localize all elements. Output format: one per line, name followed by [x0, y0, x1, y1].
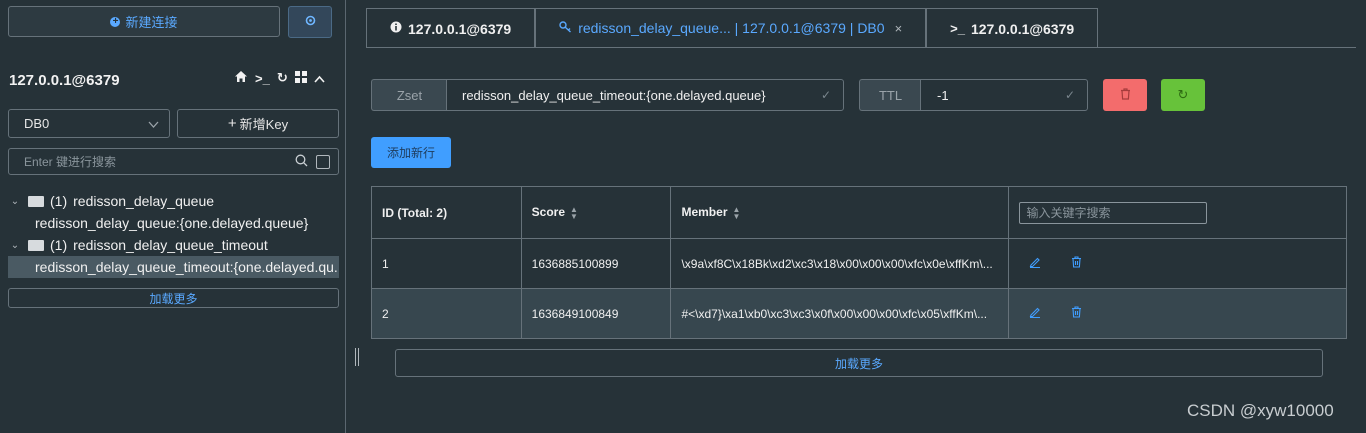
tree-key-item[interactable]: redisson_delay_queue:{one.delayed.queue}: [8, 212, 339, 234]
chevron-down-icon[interactable]: ⌄: [8, 196, 22, 207]
chevron-down-icon[interactable]: ⌄: [8, 240, 22, 251]
table-header-row: ID (Total: 2) Score ▲ ▼ Member ▲ ▼ 输入关键字搜索: [371, 186, 1347, 239]
grid-icon[interactable]: [294, 70, 307, 86]
ttl-value: -1: [937, 87, 949, 103]
tabs-underline: [366, 47, 1356, 48]
trash-icon[interactable]: [1071, 306, 1082, 321]
db-select-value: DB0: [24, 116, 50, 131]
new-connection-label: 新建连接: [125, 15, 178, 30]
cell-member: \x9a\xf8C\x18Bk\xd2\xc3\x18\x00\x00\x00\…: [670, 238, 1010, 289]
folder-open-icon: [28, 239, 44, 251]
key-type-tag: Zset: [371, 79, 447, 111]
sidebar-load-more-button[interactable]: 加载更多: [8, 288, 339, 308]
trash-icon[interactable]: [1071, 256, 1082, 271]
tab-label: redisson_delay_queue... | 127.0.0.1@6379…: [578, 20, 885, 36]
cell-score: 1636885100899: [520, 238, 672, 289]
search-icon[interactable]: [295, 154, 308, 170]
home-icon[interactable]: [234, 70, 248, 86]
member-value: \x9a\xf8C\x18Bk\xd2\xc3\x18\x00\x00\x00\…: [681, 256, 993, 271]
check-icon[interactable]: ✓: [1065, 88, 1075, 102]
key-name-value: redisson_delay_queue_timeout:{one.delaye…: [462, 87, 766, 103]
sidebar: + 新建连接 127.0.0.1@6379 >_ ↻ DB0 + 新增Key E…: [0, 0, 345, 433]
cell-operations: [1008, 238, 1347, 289]
close-icon[interactable]: ×: [895, 21, 903, 36]
chevron-up-icon[interactable]: [314, 71, 325, 86]
resize-handle[interactable]: [355, 348, 359, 366]
edit-icon[interactable]: [1029, 306, 1041, 321]
new-connection-button[interactable]: + 新建连接: [8, 6, 280, 37]
column-header-filter: 输入关键字搜索: [1008, 186, 1347, 239]
zset-table: ID (Total: 2) Score ▲ ▼ Member ▲ ▼ 输入关键字搜索 1…: [371, 186, 1347, 339]
tab-connection-info[interactable]: 127.0.0.1@6379: [366, 8, 536, 48]
tab-label: 127.0.0.1@6379: [408, 20, 512, 37]
settings-button[interactable]: [288, 6, 332, 38]
watermark: CSDN @xyw10000: [1187, 401, 1334, 420]
connection-name: 127.0.0.1@6379: [9, 72, 120, 89]
add-key-label: 新增Key: [239, 117, 289, 132]
tree-folder[interactable]: ⌄ (1) redisson_delay_queue: [8, 190, 339, 212]
folder-name: redisson_delay_queue_timeout: [73, 237, 268, 253]
refresh-icon: ↻: [1177, 87, 1189, 102]
table-filter-placeholder: 输入关键字搜索: [1026, 206, 1111, 220]
sort-icon[interactable]: ▲ ▼: [732, 205, 740, 220]
tree-key-item-selected[interactable]: redisson_delay_queue_timeout:{one.delaye…: [8, 256, 339, 278]
folder-count: (1): [50, 193, 68, 209]
score-header-label: Score: [531, 205, 565, 220]
tab-bar: 127.0.0.1@6379 redisson_delay_queue... |…: [366, 8, 1099, 48]
tab-label: 127.0.0.1@6379: [970, 20, 1075, 37]
folder-name: redisson_delay_queue: [73, 193, 215, 209]
member-value: #<\xd7}\xa1\xb0\xc3\xc3\x0f\x00\x00\x00\…: [681, 306, 988, 321]
refresh-icon[interactable]: ↻: [277, 70, 288, 86]
table-filter-input[interactable]: 输入关键字搜索: [1019, 201, 1208, 224]
key-name-input[interactable]: redisson_delay_queue_timeout:{one.delaye…: [446, 79, 844, 111]
gear-icon: [304, 14, 317, 30]
cell-score: 1636849100849: [520, 288, 672, 339]
check-icon[interactable]: ✓: [821, 88, 831, 102]
table-row: 1 1636885100899 \x9a\xf8C\x18Bk\xd2\xc3\…: [371, 238, 1347, 289]
info-icon: [390, 21, 402, 36]
key-search-input[interactable]: Enter 键进行搜索: [8, 148, 339, 175]
terminal-icon[interactable]: >_: [255, 71, 270, 86]
db-select[interactable]: DB0: [8, 109, 170, 138]
refresh-key-button[interactable]: ↻: [1161, 79, 1205, 111]
column-header-member[interactable]: Member ▲ ▼: [670, 186, 1010, 239]
plus-icon: +: [227, 115, 237, 132]
terminal-icon: >_: [950, 21, 965, 36]
cell-operations: [1008, 288, 1347, 339]
folder-open-icon: [28, 195, 44, 207]
plus-circle-icon: +: [110, 16, 121, 27]
edit-icon[interactable]: [1029, 256, 1041, 271]
cell-member: #<\xd7}\xa1\xb0\xc3\xc3\x0f\x00\x00\x00\…: [670, 288, 1010, 339]
ttl-tag: TTL: [859, 79, 921, 111]
add-key-button[interactable]: + 新增Key: [177, 109, 339, 138]
tab-key-detail[interactable]: redisson_delay_queue... | 127.0.0.1@6379…: [535, 8, 927, 48]
column-header-id: ID (Total: 2): [371, 186, 522, 239]
column-header-score[interactable]: Score ▲ ▼: [520, 186, 672, 239]
cell-id: 1: [371, 238, 522, 289]
table-load-more-button[interactable]: 加载更多: [395, 349, 1323, 377]
key-tree: ⌄ (1) redisson_delay_queue redisson_dela…: [8, 190, 339, 278]
table-row: 2 1636849100849 #<\xd7}\xa1\xb0\xc3\xc3\…: [371, 288, 1347, 339]
tree-folder[interactable]: ⌄ (1) redisson_delay_queue_timeout: [8, 234, 339, 256]
cell-id: 2: [371, 288, 522, 339]
folder-count: (1): [50, 237, 68, 253]
chevron-down-icon: [148, 116, 159, 131]
sort-icon[interactable]: ▲ ▼: [570, 205, 578, 220]
key-icon: [559, 20, 572, 36]
connection-toolbar: >_ ↻: [234, 70, 325, 86]
trash-icon: [1120, 87, 1131, 103]
exact-match-checkbox[interactable]: [316, 154, 330, 169]
add-row-button[interactable]: 添加新行: [371, 137, 451, 168]
tab-terminal[interactable]: >_ 127.0.0.1@6379: [926, 8, 1099, 48]
key-search-placeholder: Enter 键进行搜索: [24, 155, 117, 169]
member-header-label: Member: [681, 205, 728, 220]
main-panel: 127.0.0.1@6379 redisson_delay_queue... |…: [346, 0, 1366, 433]
ttl-input[interactable]: -1 ✓: [920, 79, 1088, 111]
delete-key-button[interactable]: [1103, 79, 1147, 111]
